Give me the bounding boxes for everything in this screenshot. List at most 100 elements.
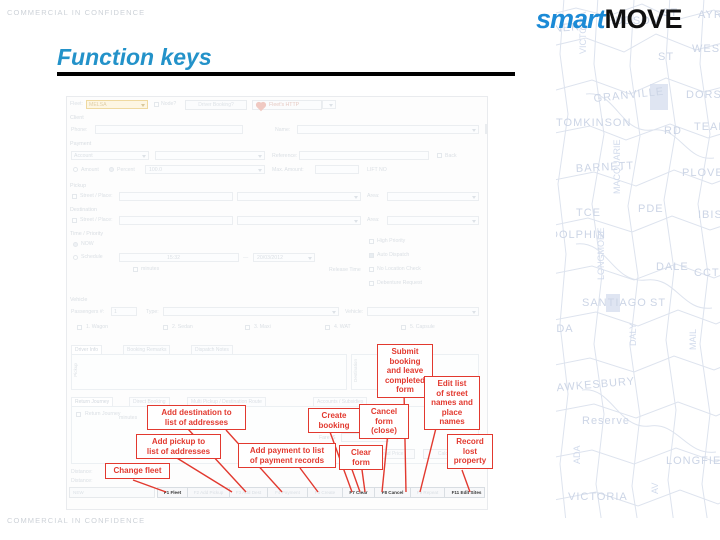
confidential-header: COMMERCIAL IN CONFIDENCE bbox=[7, 8, 146, 17]
map-watermark: NERS HUDSON ST AYR GRANVILLE ST WEST DOR… bbox=[556, 0, 720, 518]
vehicle-option-3-checkbox[interactable] bbox=[325, 325, 330, 330]
minutes-checkbox[interactable] bbox=[133, 267, 138, 272]
fkey-f9[interactable]: F9 Repeat bbox=[411, 488, 445, 497]
fkey-f1[interactable]: F1 Fleet bbox=[158, 488, 188, 497]
name-input[interactable] bbox=[297, 125, 479, 134]
destination-section-label: Destination bbox=[70, 207, 97, 213]
amount-radio[interactable] bbox=[73, 167, 78, 172]
callout-cancel-form: Cancel form (close) bbox=[359, 404, 409, 439]
destination-area-select[interactable] bbox=[387, 216, 479, 225]
vehicle-option-0-checkbox[interactable] bbox=[77, 325, 82, 330]
tab-booking-remarks[interactable]: Booking Remarks bbox=[123, 345, 171, 354]
vehicle-type-label: Type: bbox=[146, 309, 159, 315]
back-checkbox[interactable] bbox=[437, 153, 442, 158]
pickup-area-select[interactable] bbox=[387, 192, 479, 201]
pickup-map-icon[interactable] bbox=[72, 194, 77, 199]
svg-text:MAIL: MAIL bbox=[688, 329, 698, 350]
svg-text:ADA: ADA bbox=[556, 323, 574, 335]
svg-text:AYR: AYR bbox=[698, 9, 720, 21]
fkey-f4[interactable]: F4 Payment bbox=[268, 488, 308, 497]
tab-driver-info[interactable]: Driver Info bbox=[71, 345, 103, 354]
vehicle-option-1-label: 2. Sedan bbox=[172, 324, 193, 330]
schedule-radio[interactable] bbox=[73, 255, 78, 260]
fare-label: Fare: $ bbox=[319, 435, 336, 441]
node-checkbox[interactable] bbox=[154, 102, 159, 107]
distance-label: Distance: bbox=[71, 469, 93, 475]
vehicle-option-4-checkbox[interactable] bbox=[401, 325, 406, 330]
svg-text:ST: ST bbox=[658, 51, 674, 63]
debenture-request-checkbox[interactable] bbox=[369, 281, 374, 286]
destination-street-input[interactable] bbox=[119, 216, 233, 225]
destination-map-icon[interactable] bbox=[72, 218, 77, 223]
percent-input[interactable] bbox=[145, 165, 265, 174]
status-bar: NEW bbox=[69, 487, 155, 498]
max-amount-label: Max. Amount: bbox=[272, 167, 304, 173]
high-priority-checkbox[interactable] bbox=[369, 239, 374, 244]
slide-root: NERS HUDSON ST AYR GRANVILLE ST WEST DOR… bbox=[0, 0, 720, 540]
svg-text:LONGFIELD: LONGFIELD bbox=[666, 455, 720, 467]
auto-dispatch-label: Auto Dispatch bbox=[377, 252, 410, 258]
svg-text:SANTIAGO: SANTIAGO bbox=[582, 297, 647, 309]
distance-label-2: Distance: bbox=[71, 478, 93, 484]
fkey-f5[interactable]: F5 Create bbox=[308, 488, 343, 497]
no-location-check-checkbox[interactable] bbox=[369, 267, 374, 272]
svg-text:AV: AV bbox=[650, 483, 660, 494]
fkey-f3[interactable]: F3 Add Dest bbox=[230, 488, 268, 497]
schedule-date-value: 20/03/2012 bbox=[257, 255, 283, 261]
page-title: Function keys bbox=[57, 44, 212, 70]
now-radio[interactable] bbox=[73, 242, 78, 247]
callout-add-pickup: Add pickup to list of addresses bbox=[136, 434, 221, 459]
callout-clear-form: Clear form bbox=[339, 445, 383, 470]
back-label: Back bbox=[445, 153, 457, 159]
vehicle-option-2-label: 3. Maxi bbox=[254, 324, 271, 330]
vehicle-option-1-checkbox[interactable] bbox=[163, 325, 168, 330]
destination-detail-input[interactable] bbox=[237, 216, 361, 225]
function-key-bar[interactable]: F1 Fleet F2 Add Pickup F3 Add Dest F4 Pa… bbox=[157, 487, 485, 498]
vehicle-label: Vehicle: bbox=[345, 309, 364, 315]
phone-label: Phone: bbox=[71, 127, 88, 133]
reference-label: Reference: bbox=[272, 153, 298, 159]
name-label: Name: bbox=[275, 127, 291, 133]
max-amount-input[interactable] bbox=[315, 165, 359, 174]
client-section-label: Client bbox=[70, 115, 84, 121]
phone-input[interactable] bbox=[95, 125, 243, 134]
fkey-f11[interactable]: F11 Edit Sites bbox=[445, 488, 487, 497]
fkey-f8[interactable]: F8 Cancel bbox=[375, 488, 411, 497]
fleet-http-label: Fleet's HTTP bbox=[269, 102, 300, 108]
payment-account-select[interactable] bbox=[155, 151, 265, 160]
svg-text:TEAL: TEAL bbox=[694, 121, 720, 133]
percent-value: 100.0 bbox=[149, 167, 162, 173]
pickup-street-label: Street / Place: bbox=[80, 193, 113, 199]
return-journey-checkbox[interactable] bbox=[76, 412, 81, 417]
reference-input[interactable] bbox=[299, 151, 429, 160]
now-radio-label: NOW bbox=[81, 241, 94, 247]
fleet-http-dropdown[interactable] bbox=[322, 100, 336, 109]
auto-dispatch-checkbox[interactable] bbox=[369, 253, 374, 258]
passengers-label: Passengers #: bbox=[71, 309, 105, 315]
tab-return-journey[interactable]: Return Journey bbox=[71, 397, 114, 406]
notes-panel bbox=[71, 354, 347, 390]
fleet-value: MELSA bbox=[89, 102, 107, 108]
pickup-street-input[interactable] bbox=[119, 192, 233, 201]
notes-pickup-label: Pickup bbox=[73, 363, 78, 377]
high-priority-label: High Priority bbox=[377, 238, 406, 244]
notes-destination-label: Destination bbox=[353, 359, 358, 382]
confidential-footer: COMMERCIAL IN CONFIDENCE bbox=[7, 516, 146, 525]
vehicle-select[interactable] bbox=[367, 307, 479, 316]
node-label: Node? bbox=[161, 101, 177, 107]
title-underline bbox=[57, 72, 515, 76]
vehicle-type-select[interactable] bbox=[163, 307, 339, 316]
tab-dispatch-notes[interactable]: Dispatch Notes bbox=[191, 345, 233, 354]
pickup-detail-input[interactable] bbox=[237, 192, 361, 201]
svg-text:DALY: DALY bbox=[628, 323, 638, 346]
fkey-f7[interactable]: F7 Clear bbox=[343, 488, 375, 497]
svg-text:ADA: ADA bbox=[572, 445, 582, 464]
vehicle-option-2-checkbox[interactable] bbox=[245, 325, 250, 330]
vehicle-section-label: Vehicle bbox=[70, 297, 88, 303]
driver-booking-button[interactable]: Driver Booking? bbox=[185, 100, 247, 110]
callout-record-lost-property: Record lost property bbox=[447, 434, 493, 469]
fkey-f2[interactable]: F2 Add Pickup bbox=[188, 488, 230, 497]
svg-text:VICTORIA: VICTORIA bbox=[568, 491, 628, 503]
svg-text:DALE: DALE bbox=[656, 261, 689, 273]
percent-radio[interactable] bbox=[109, 167, 114, 172]
